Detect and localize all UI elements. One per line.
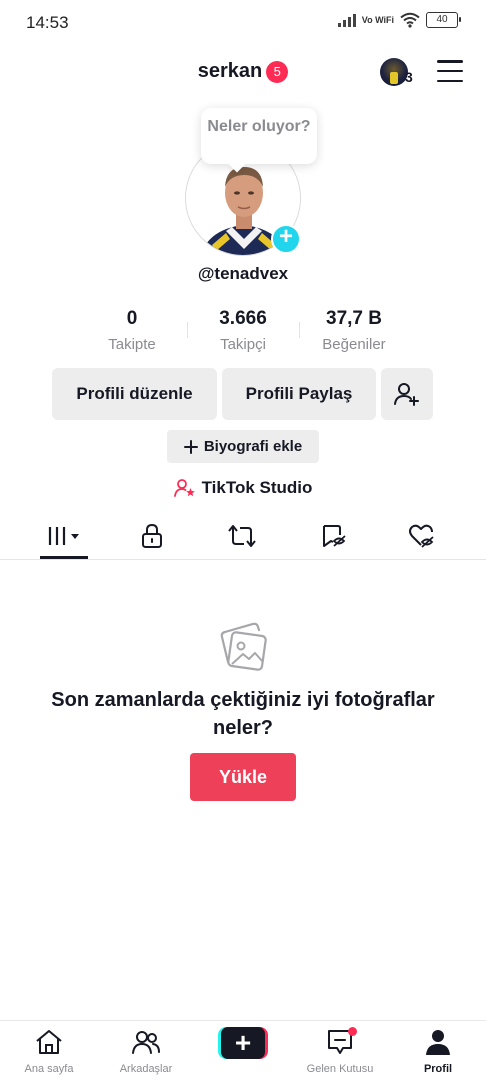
add-bio-button[interactable]: Biyografi ekle (167, 430, 319, 463)
vowifi-label: Vo WiFi (361, 14, 394, 25)
stat-followers-value: 3.666 (219, 308, 267, 329)
empty-state-title: Son zamanlarda çektiğiniz iyi fotoğrafla… (51, 689, 435, 739)
nav-home[interactable]: Ana sayfa (1, 1027, 97, 1075)
signal-icon (337, 13, 356, 27)
notification-badge: 5 (266, 60, 289, 83)
linked-account-button[interactable]: 3 (380, 56, 416, 90)
empty-state-illustration (0, 618, 486, 679)
nav-friends-label: Arkadaşlar (119, 1063, 173, 1075)
status-icons: Vo WiFi 40 (337, 12, 461, 28)
status-time: 14:53 (26, 13, 69, 32)
inbox-notification-dot (348, 1027, 357, 1036)
friends-icon (132, 1031, 160, 1054)
tab-reposts[interactable] (212, 512, 272, 559)
stat-followers[interactable]: 3.666 Takipçi (183, 308, 303, 353)
bottom-navigation: Ana sayfa Arkadaşlar + Gelen Kutusu Prof… (0, 1020, 486, 1080)
profile-header: serkan 5 3 (0, 50, 486, 94)
bookmark-hidden-icon (323, 524, 346, 547)
stat-followers-label: Takipçi (220, 336, 266, 353)
lock-icon (142, 523, 162, 548)
tab-videos[interactable] (34, 512, 94, 559)
plus-icon (183, 439, 198, 454)
nav-profile[interactable]: Profil (390, 1027, 486, 1075)
heart-hidden-icon (409, 524, 434, 548)
status-bar: 14:53 Vo WiFi 40 (0, 0, 486, 46)
tiktok-studio-label: TikTok Studio (201, 478, 313, 497)
add-photo-button[interactable]: + (271, 224, 301, 254)
studio-user-star-icon (173, 479, 195, 497)
battery-icon: 40 (426, 12, 461, 28)
stat-following-label: Takipte (108, 336, 156, 353)
profile-handle: @tenadvex (197, 264, 289, 283)
create-button[interactable]: + (218, 1027, 268, 1059)
nav-inbox[interactable]: Gelen Kutusu (292, 1027, 388, 1075)
linked-account-count: 3 (405, 69, 413, 85)
nav-home-label: Ana sayfa (24, 1063, 74, 1075)
stat-following[interactable]: 0 Takipte (72, 308, 192, 353)
stat-likes-value: 37,7 B (326, 308, 382, 329)
wifi-icon (400, 12, 420, 28)
profile-stats: 0 Takipte 3.666 Takipçi 37,7 B Beğeniler (0, 308, 486, 358)
repost-icon (228, 524, 256, 547)
grid-dropdown-icon (48, 526, 79, 545)
nav-inbox-label: Gelen Kutusu (306, 1063, 374, 1075)
add-user-icon (394, 383, 419, 406)
stat-likes-label: Beğeniler (322, 336, 386, 353)
tab-liked[interactable] (392, 512, 452, 559)
username-title: serkan (197, 60, 263, 82)
content-tabs (0, 512, 486, 560)
tiktok-studio-link[interactable]: TikTok Studio (0, 478, 486, 498)
home-icon (36, 1030, 62, 1054)
linked-account-avatar (380, 58, 408, 86)
nav-friends[interactable]: Arkadaşlar (98, 1027, 194, 1075)
photos-icon (220, 622, 267, 671)
upload-button[interactable]: Yükle (190, 753, 296, 801)
add-bio-label: Biyografi ekle (203, 438, 303, 455)
stat-likes[interactable]: 37,7 B Beğeniler (294, 308, 414, 353)
active-tab-indicator (40, 556, 88, 559)
menu-icon[interactable] (437, 60, 463, 82)
plus-icon: + (221, 1027, 265, 1059)
note-bubble-text: Neler oluyor? (207, 118, 311, 135)
stat-following-value: 0 (126, 308, 138, 329)
note-bubble[interactable]: Neler oluyor? (201, 108, 317, 164)
nav-profile-label: Profil (423, 1063, 453, 1075)
tab-private[interactable] (122, 512, 182, 559)
tab-favorites[interactable] (304, 512, 364, 559)
add-friend-button[interactable] (381, 368, 433, 420)
share-profile-button[interactable]: Profili Paylaş (222, 368, 376, 420)
edit-profile-button[interactable]: Profili düzenle (52, 368, 217, 420)
profile-icon (426, 1030, 450, 1055)
